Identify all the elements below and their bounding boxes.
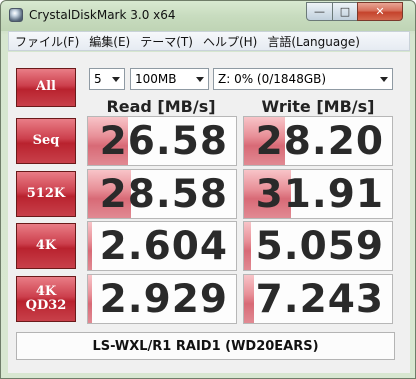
write-header: Write [MB/s] — [261, 97, 375, 116]
4k-qd32-label-line2: QD32 — [25, 298, 67, 313]
seq-label: Seq — [32, 132, 60, 148]
512k-button[interactable]: 512K — [16, 171, 76, 217]
512k-read-value: 28.58 — [99, 172, 228, 217]
512k-write-cell: 31.91 — [243, 169, 393, 219]
all-button-label: All — [36, 79, 56, 95]
4k-qd32-read-cell: 2.929 — [87, 274, 237, 324]
title-bar: CrystalDiskMark 3.0 x64 — □ ✕ — [1, 1, 415, 31]
size-select[interactable]: 100MB — [130, 68, 209, 90]
4k-read-cell: 2.604 — [87, 221, 237, 271]
comment-text: LS-WXL/R1 RAID1 (WD20EARS) — [92, 338, 319, 354]
4k-write-value: 5.059 — [255, 224, 384, 269]
size-value: 100MB — [135, 72, 177, 86]
4k-qd32-button[interactable]: 4K QD32 — [16, 276, 76, 322]
menu-file[interactable]: ファイル(F) — [9, 33, 79, 50]
4k-qd32-write-cell: 7.243 — [243, 274, 393, 324]
seq-write-cell: 28.20 — [243, 116, 393, 166]
4k-write-bar — [244, 222, 252, 270]
512k-write-value: 31.91 — [255, 172, 384, 217]
4k-read-value: 2.604 — [99, 224, 228, 269]
4k-write-cell: 5.059 — [243, 221, 393, 271]
disk-icon — [9, 8, 23, 22]
count-value: 5 — [94, 72, 102, 86]
seq-button[interactable]: Seq — [16, 118, 76, 164]
minimize-button[interactable]: — — [306, 2, 333, 21]
drive-value: Z: 0% (0/1848GB) — [218, 72, 327, 86]
4k-label: 4K — [35, 237, 57, 253]
4k-qd32-read-value: 2.929 — [99, 277, 228, 322]
4k-qd32-write-value: 7.243 — [255, 277, 384, 322]
menu-theme[interactable]: テーマ(T) — [134, 33, 193, 50]
maximize-button[interactable]: □ — [332, 2, 358, 21]
all-button[interactable]: All — [16, 68, 76, 107]
drive-select[interactable]: Z: 0% (0/1848GB) — [213, 68, 393, 90]
chevron-down-icon — [112, 77, 120, 82]
menu-bar: ファイル(F) 編集(E) テーマ(T) ヘルプ(H) 言語(Language) — [8, 31, 410, 51]
seq-read-value: 26.58 — [99, 119, 228, 164]
4k-qd32-read-bar — [88, 275, 93, 323]
menu-language[interactable]: 言語(Language) — [261, 33, 360, 50]
read-header: Read [MB/s] — [106, 97, 216, 116]
chevron-down-icon — [196, 77, 204, 82]
4k-qd32-label-line1: 4K — [35, 283, 57, 299]
512k-read-cell: 28.58 — [87, 169, 237, 219]
seq-read-cell: 26.58 — [87, 116, 237, 166]
comment-field[interactable]: LS-WXL/R1 RAID1 (WD20EARS) — [16, 332, 395, 360]
window-title: CrystalDiskMark 3.0 x64 — [29, 8, 176, 22]
menu-help[interactable]: ヘルプ(H) — [197, 33, 257, 50]
chevron-down-icon — [380, 77, 388, 82]
4k-button[interactable]: 4K — [16, 223, 76, 269]
512k-label: 512K — [26, 185, 66, 201]
menu-edit[interactable]: 編集(E) — [83, 33, 130, 50]
seq-write-value: 28.20 — [255, 119, 384, 164]
4k-read-bar — [88, 222, 93, 270]
4k-qd32-write-bar — [244, 275, 255, 323]
count-select[interactable]: 5 — [89, 68, 125, 90]
close-button[interactable]: ✕ — [357, 2, 403, 21]
